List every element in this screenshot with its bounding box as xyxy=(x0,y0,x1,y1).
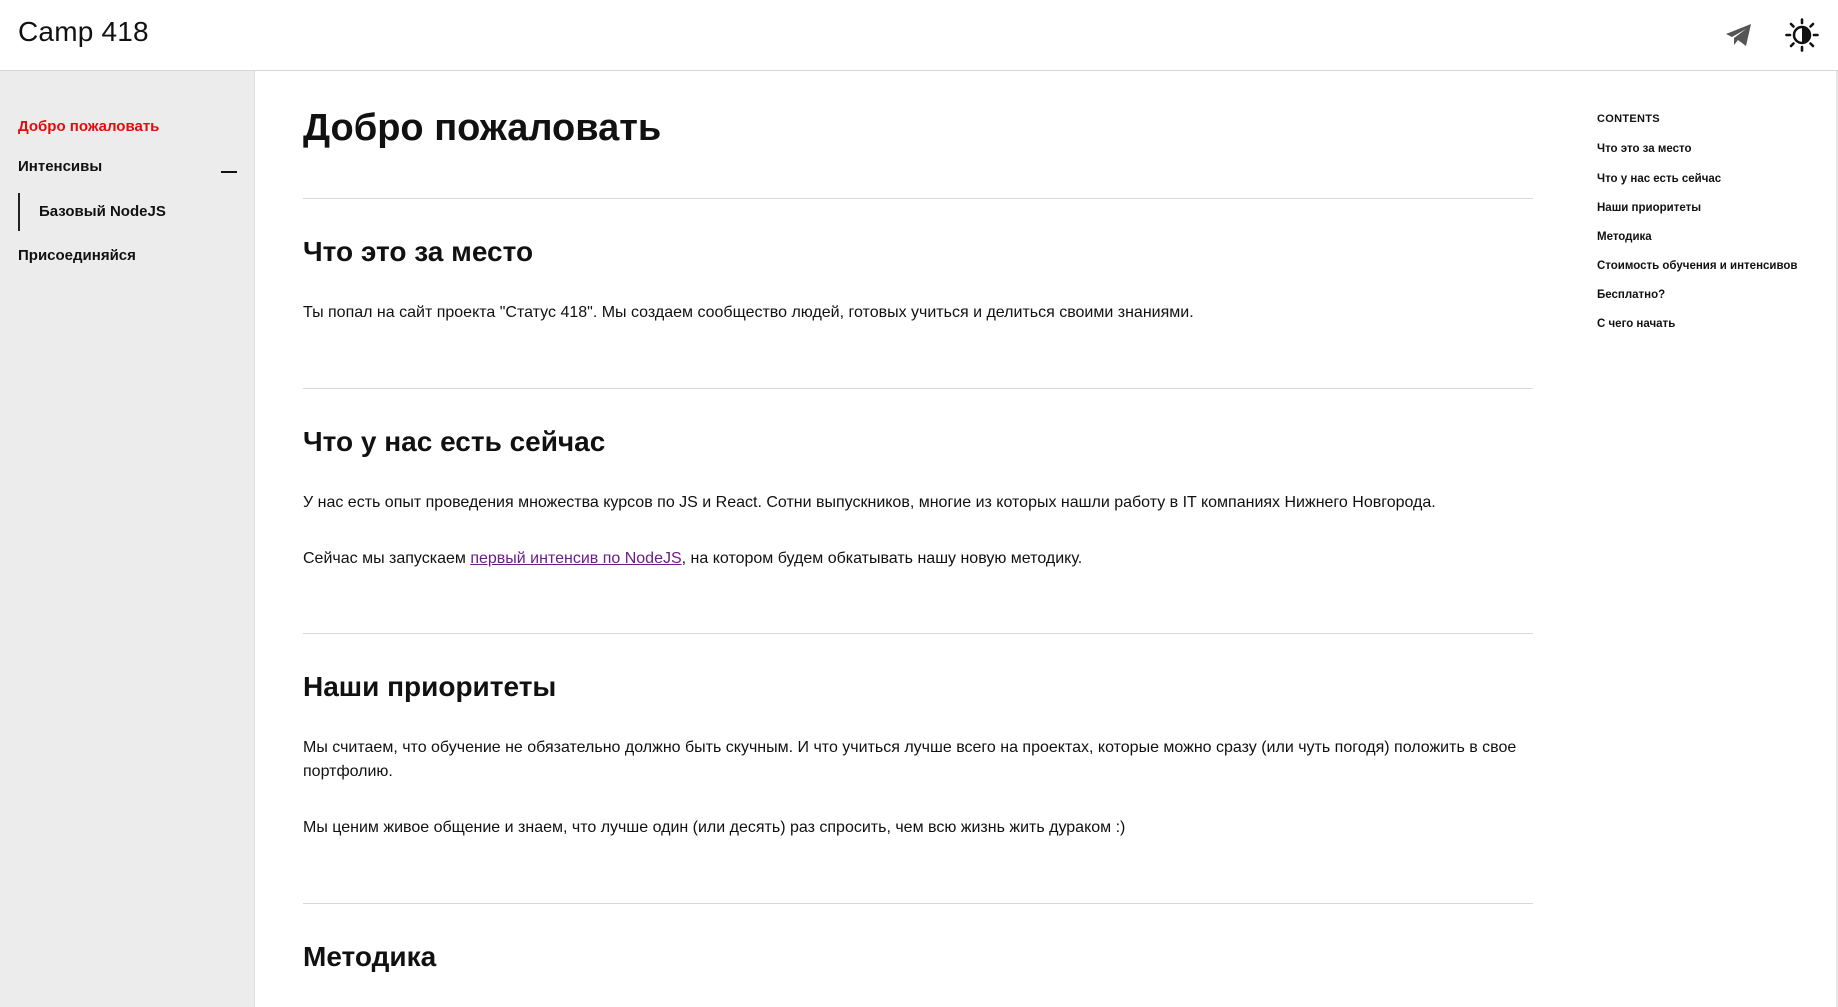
section-heading: Что у нас есть сейчас xyxy=(303,426,606,457)
page-title: Добро пожаловать xyxy=(303,107,662,149)
divider xyxy=(303,633,1533,634)
divider xyxy=(303,388,1533,389)
paragraph-text: , на котором будем обкатывать нашу новую… xyxy=(681,550,1083,567)
toc-item[interactable]: Методика xyxy=(1597,231,1652,243)
sidebar-item-basic-nodejs[interactable]: Базовый NodeJS xyxy=(39,203,166,220)
paragraph: Сейчас мы запускаем первый интенсив по N… xyxy=(303,547,1533,571)
telegram-icon[interactable] xyxy=(1722,18,1756,52)
toc-item[interactable]: Что у нас есть сейчас xyxy=(1597,173,1721,185)
sidebar: Добро пожаловать Интенсивы Базовый NodeJ… xyxy=(0,71,255,1007)
toc-item[interactable]: Наши приоритеты xyxy=(1597,202,1701,214)
sidebar-item-welcome[interactable]: Добро пожаловать xyxy=(18,118,159,135)
sidebar-subgroup: Базовый NodeJS xyxy=(18,193,218,231)
section-heading: Методика xyxy=(303,941,437,972)
paragraph: У нас есть опыт проведения множества кур… xyxy=(303,494,1436,511)
nodejs-intensive-link[interactable]: первый интенсив по NodeJS xyxy=(470,550,681,567)
paragraph: Мы ценим живое общение и знаем, что лучш… xyxy=(303,819,1126,836)
top-bar: Camp 418 xyxy=(0,0,1838,71)
theme-toggle-icon[interactable] xyxy=(1785,18,1819,52)
section-heading: Наши приоритеты xyxy=(303,671,557,702)
sidebar-item-join[interactable]: Присоединяйся xyxy=(18,247,136,264)
toc-item[interactable]: Стоимость обучения и интенсивов xyxy=(1597,260,1798,272)
divider xyxy=(303,903,1533,904)
main-content: Добро пожаловать Что это за место Ты поп… xyxy=(303,71,1533,1007)
paragraph: Ты попал на сайт проекта "Статус 418". М… xyxy=(303,304,1194,321)
divider xyxy=(303,198,1533,199)
toc-item[interactable]: Бесплатно? xyxy=(1597,289,1665,301)
sidebar-item-intensives[interactable]: Интенсивы xyxy=(18,158,102,175)
collapse-icon[interactable] xyxy=(221,164,237,180)
section-heading: Что это за место xyxy=(303,236,534,267)
page: Camp 418 Добро пожаловать Интенсивы Базо… xyxy=(0,0,1838,1007)
site-brand[interactable]: Camp 418 xyxy=(18,16,149,48)
paragraph: Мы считаем, что обучение не обязательно … xyxy=(303,739,1517,780)
toc-item[interactable]: Что это за место xyxy=(1597,143,1692,155)
toc-item[interactable]: С чего начать xyxy=(1597,318,1675,330)
toc-title: CONTENTS xyxy=(1597,113,1660,125)
paragraph-text: Сейчас мы запускаем xyxy=(303,550,471,567)
